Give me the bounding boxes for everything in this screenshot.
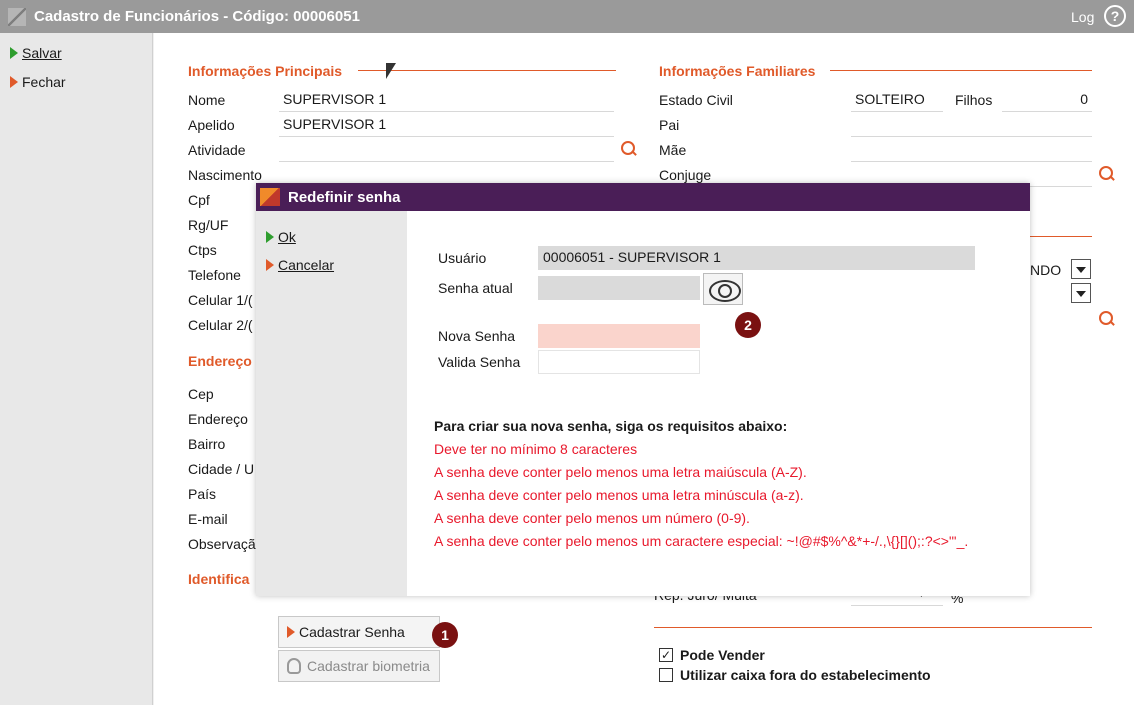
chevron-down-icon[interactable] [1071,283,1091,303]
section-divider [1030,236,1092,237]
mother-label: Mãe [659,142,687,158]
section-divider [830,70,1092,71]
mother-input[interactable] [851,138,1092,162]
search-icon[interactable] [1099,166,1115,182]
mobile2-label: Celular 2/( [188,317,253,333]
sell-allowed-checkbox[interactable]: ✓ [659,648,673,662]
mobile1-label: Celular 1/( [188,292,253,308]
play-icon [287,626,295,638]
activity-input[interactable] [279,138,614,162]
save-button[interactable]: Salvar [10,45,62,61]
section-title-main-info: Informações Principais [188,63,343,79]
name-input[interactable]: SUPERVISOR 1 [279,88,614,112]
requirements-title: Para criar sua nova senha, siga os requi… [434,418,788,434]
section-title-identification: Identifica [188,571,250,587]
app-logo-icon [8,8,26,26]
nickname-input[interactable]: SUPERVISOR 1 [279,113,614,137]
play-icon [10,76,18,88]
dialog-titlebar: Redefinir senha [256,183,1030,211]
window-titlebar: Cadastro de Funcionários - Código: 00006… [0,0,1134,33]
dialog-action-sidebar: Ok Cancelar [256,211,407,596]
current-password-input[interactable] [538,276,700,300]
marital-status-label: Estado Civil [659,92,733,108]
cep-label: Cep [188,386,214,402]
window-title: Cadastro de Funcionários - Código: 00006… [34,8,360,25]
birth-label: Nascimento [188,167,262,183]
section-title-address: Endereço [188,353,252,369]
help-icon[interactable]: ? [1104,5,1126,27]
ok-button[interactable]: Ok [266,229,296,245]
register-biometrics-button[interactable]: Cadastrar biometria [278,650,440,682]
requirement-item: A senha deve conter pelo menos uma letra… [434,487,804,503]
section-title-family-info: Informações Familiares [659,63,816,79]
phone-label: Telefone [188,267,241,283]
district-label: Bairro [188,436,226,452]
play-icon [10,47,18,59]
city-label: Cidade / U [188,461,255,477]
address-label: Endereço [188,411,248,427]
current-password-label: Senha atual [438,280,513,296]
cpf-label: Cpf [188,192,210,208]
children-input[interactable]: 0 [1002,88,1092,112]
email-label: E-mail [188,511,228,527]
step-badge-1: 1 [432,622,458,648]
dropdown-value: NDO [1030,262,1062,278]
country-label: País [188,486,217,502]
nickname-label: Apelido [188,117,235,133]
rg-label: Rg/UF [188,217,229,233]
requirement-item: A senha deve conter pelo menos uma letra… [434,464,807,480]
requirement-item: Deve ter no mínimo 8 caracteres [434,441,638,457]
notes-label: Observaçã [188,536,256,552]
dialog-title: Redefinir senha [288,189,401,206]
activity-label: Atividade [188,142,246,158]
requirement-item: A senha deve conter pelo menos um número… [434,510,750,526]
confirm-password-input[interactable] [538,350,700,374]
external-cashier-label: Utilizar caixa fora do estabelecimento [680,667,931,683]
sell-allowed-label: Pode Vender [680,647,765,663]
new-password-label: Nova Senha [438,328,516,344]
action-sidebar: Salvar Fechar [0,33,153,705]
reset-password-dialog: Redefinir senha Ok Cancelar Usuário 0000… [256,183,1030,596]
father-label: Pai [659,117,680,133]
spouse-label: Conjuge [659,167,712,183]
marital-status-input[interactable]: SOLTEIRO [851,88,943,112]
app-logo-icon [260,188,280,206]
section-divider [654,627,1092,628]
play-icon [266,259,274,271]
children-label: Filhos [955,92,993,108]
user-input: 00006051 - SUPERVISOR 1 [538,246,975,270]
fingerprint-icon [287,658,301,674]
new-password-input[interactable] [538,324,700,348]
play-icon [266,231,274,243]
name-label: Nome [188,92,226,108]
section-divider [358,70,616,71]
log-link[interactable]: Log [1071,9,1094,25]
register-password-button[interactable]: Cadastrar Senha [278,616,440,648]
eye-icon[interactable] [703,273,743,305]
mouse-cursor-icon [386,63,396,79]
confirm-password-label: Valida Senha [438,354,521,370]
close-button[interactable]: Fechar [10,74,66,90]
user-label: Usuário [438,250,487,266]
step-badge-2: 2 [735,312,761,338]
ctps-label: Ctps [188,242,217,258]
cancel-button[interactable]: Cancelar [266,257,334,273]
search-icon[interactable] [621,141,637,157]
requirement-item: A senha deve conter pelo menos um caract… [434,533,969,549]
father-input[interactable] [851,113,1092,137]
search-icon[interactable] [1099,311,1115,327]
external-cashier-checkbox[interactable] [659,668,673,682]
chevron-down-icon[interactable] [1071,259,1091,279]
